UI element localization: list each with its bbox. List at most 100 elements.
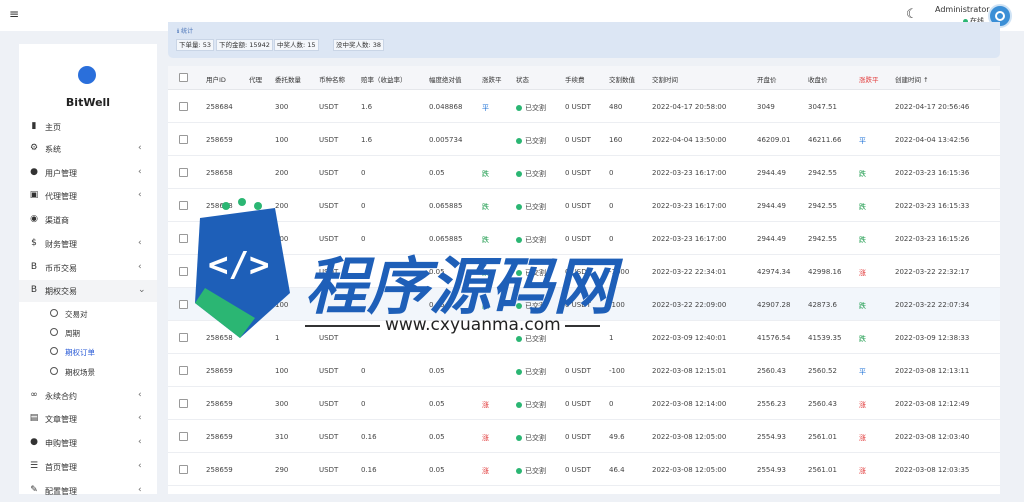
cell-dir: 跌 — [482, 203, 489, 211]
sidebar-subitem-1[interactable]: 周期 — [19, 323, 157, 342]
column-header[interactable]: 涨跌平 — [859, 74, 879, 84]
table-row[interactable]: 258659 100 USDT 0 0.05 已交割 0 USDT -100 2022-03-0… — [168, 354, 1000, 387]
cell-coin: USDT — [319, 433, 339, 441]
moon-icon[interactable]: ☾ — [906, 8, 918, 22]
sidebar-item-12[interactable]: ✎ 配置管理 ‹ — [19, 480, 157, 502]
sidebar-item-11[interactable]: ☰ 首页管理 ‹ — [19, 456, 157, 478]
column-header[interactable]: 用户ID — [206, 74, 226, 84]
sidebar-item-0[interactable]: ▮ 主页 — [19, 116, 157, 138]
row-checkbox[interactable] — [179, 267, 188, 276]
cell-uid: 258684 — [206, 103, 233, 111]
column-header[interactable]: 开盘价 — [757, 74, 777, 84]
cell-val: 46.4 — [609, 466, 625, 474]
sidebar-item-label: 财务管理 — [45, 239, 77, 249]
cell-res: 平 — [859, 137, 866, 145]
column-header[interactable]: 代理 — [249, 74, 262, 84]
cell-status: 已交割 — [516, 301, 546, 311]
cell-fee: 0 USDT — [565, 136, 591, 144]
cell-res: 跌 — [859, 170, 866, 178]
column-header[interactable]: 手续费 — [565, 74, 585, 84]
cell-qty: 290 — [275, 466, 289, 474]
sidebar-item-6[interactable]: B 币币交易 ‹ — [19, 257, 157, 279]
sidebar-item-8[interactable]: ∞ 永续合约 ‹ — [19, 385, 157, 407]
cell-amp: 0.065885 — [429, 202, 463, 210]
cell-status: 已交割 — [516, 466, 546, 476]
table-row[interactable]: 258658 1 USDT 已交割 1 2022-03-09 12:40:01 41576.… — [168, 321, 1000, 354]
sidebar-item-4[interactable]: ◉ 渠道商 — [19, 209, 157, 231]
sidebar-item-label: 永续合约 — [45, 391, 77, 401]
column-header[interactable]: 币种名称 — [319, 74, 345, 84]
table-row[interactable]: 258659 100 USDT 1.6 0.005734 已交割 0 USDT 160 2022… — [168, 123, 1000, 156]
table-row[interactable]: 258658 200 USDT 0 0.065885 跌 已交割 0 USDT 0 2022-03… — [168, 189, 1000, 222]
cell-qty: 300 — [275, 400, 289, 408]
cell-close: 2560.43 — [808, 400, 837, 408]
cell-time: 2022-03-23 16:17:00 — [652, 169, 727, 177]
cell-uid: 258659 — [206, 400, 233, 408]
sidebar-item-2[interactable]: ● 用户管理 ‹ — [19, 162, 157, 184]
cell-qty: 200 — [275, 235, 289, 243]
cell-amp: 0.05 — [429, 268, 445, 276]
column-header[interactable]: 收盘价 — [808, 74, 828, 84]
cell-close: 41539.35 — [808, 334, 842, 342]
sidebar-subitem-0[interactable]: 交易对 — [19, 304, 157, 323]
cell-amp: 0.005734 — [429, 136, 463, 144]
row-checkbox[interactable] — [179, 135, 188, 144]
table-row[interactable]: 200 USDT 0 0.065885 跌 已交割 0 USDT 0 2022-03-23 16… — [168, 222, 1000, 255]
cell-coin: USDT — [319, 169, 339, 177]
table-row[interactable]: 258659 300 USDT 0 0.05 涨 已交割 0 USDT 0 2022-03-08 … — [168, 387, 1000, 420]
cell-qty: 1 — [275, 334, 280, 342]
row-checkbox[interactable] — [179, 366, 188, 375]
cell-close: 2942.55 — [808, 235, 837, 243]
cell-coin: USDT — [319, 103, 339, 111]
sidebar-item-10[interactable]: ● 申购管理 ‹ — [19, 432, 157, 454]
row-checkbox[interactable] — [179, 201, 188, 210]
sidebar-subitem-2[interactable]: 期权订单 — [19, 342, 157, 361]
cell-coin: USDT — [319, 268, 339, 276]
row-checkbox[interactable] — [179, 432, 188, 441]
sidebar-item-5[interactable]: $ 财务管理 ‹ — [19, 233, 157, 255]
row-checkbox[interactable] — [179, 300, 188, 309]
sidebar-item-3[interactable]: ▣ 代理管理 ‹ — [19, 185, 157, 207]
table-row[interactable]: 00 USDT 0.05 跌 已交割 0 USDT -1000 2022-03-22 22:3… — [168, 255, 1000, 288]
column-header[interactable]: 创建时间 ↑ — [895, 74, 929, 84]
sidebar-item-9[interactable]: ▤ 文章管理 ‹ — [19, 408, 157, 430]
table-row[interactable]: 100 0.05 跌 已交割 0 USDT -100 2022-03-22 22:09:00… — [168, 288, 1000, 321]
hamburger-icon[interactable]: ≡ — [9, 8, 21, 20]
user-icon: ● — [30, 166, 38, 177]
column-header[interactable]: 委托数量 — [275, 74, 301, 84]
sidebar-item-7[interactable]: B 期权交易 ⌄ — [19, 280, 157, 303]
sidebar-item-1[interactable]: ⚙ 系统 ‹ — [19, 138, 157, 160]
row-checkbox[interactable] — [179, 399, 188, 408]
table-row[interactable]: 258658 200 USDT 0 0.05 跌 已交割 0 USDT 0 2022-03-23 … — [168, 156, 1000, 189]
column-header[interactable]: 交割数值 — [609, 74, 635, 84]
user-name[interactable]: Administrator — [935, 5, 990, 14]
sidebar-subitem-3[interactable]: 期权场景 — [19, 362, 157, 381]
column-header[interactable]: 状态 — [516, 74, 529, 84]
column-header[interactable]: 幅度绝对值 — [429, 74, 462, 84]
list-icon: ☰ — [29, 460, 39, 471]
link-icon: ∞ — [30, 389, 38, 400]
cell-uid: 258659 — [206, 433, 233, 441]
cell-created: 2022-04-17 20:56:46 — [895, 103, 970, 111]
cell-open: 46209.01 — [757, 136, 791, 144]
table-row[interactable]: 258659 290 USDT 0.16 0.05 涨 已交割 0 USDT 46.4 2022-… — [168, 453, 1000, 486]
row-checkbox[interactable] — [179, 168, 188, 177]
row-checkbox[interactable] — [179, 234, 188, 243]
row-checkbox[interactable] — [179, 333, 188, 342]
sidebar-subitem-label: 周期 — [65, 329, 80, 339]
cell-coin: USDT — [319, 367, 339, 375]
row-checkbox[interactable] — [179, 465, 188, 474]
cell-open: 41576.54 — [757, 334, 791, 342]
table-row[interactable]: 258659 310 USDT 0.16 0.05 涨 已交割 0 USDT 49.6 2022-… — [168, 420, 1000, 453]
sidebar-item-label: 系统 — [45, 145, 61, 154]
column-header[interactable]: 交割时间 — [652, 74, 678, 84]
column-header[interactable]: 赔率（收益率） — [361, 74, 407, 84]
table-row[interactable]: 258684 300 USDT 1.6 0.048868 平 已交割 0 USDT 480 202… — [168, 90, 1000, 123]
status-dot-icon — [516, 171, 522, 177]
select-all-checkbox[interactable] — [179, 73, 188, 82]
status-dot-icon — [516, 270, 522, 276]
cell-val: 0 — [609, 235, 614, 243]
column-header[interactable]: 涨跌平 — [482, 74, 502, 84]
cell-created: 2022-03-08 12:03:35 — [895, 466, 970, 474]
row-checkbox[interactable] — [179, 102, 188, 111]
